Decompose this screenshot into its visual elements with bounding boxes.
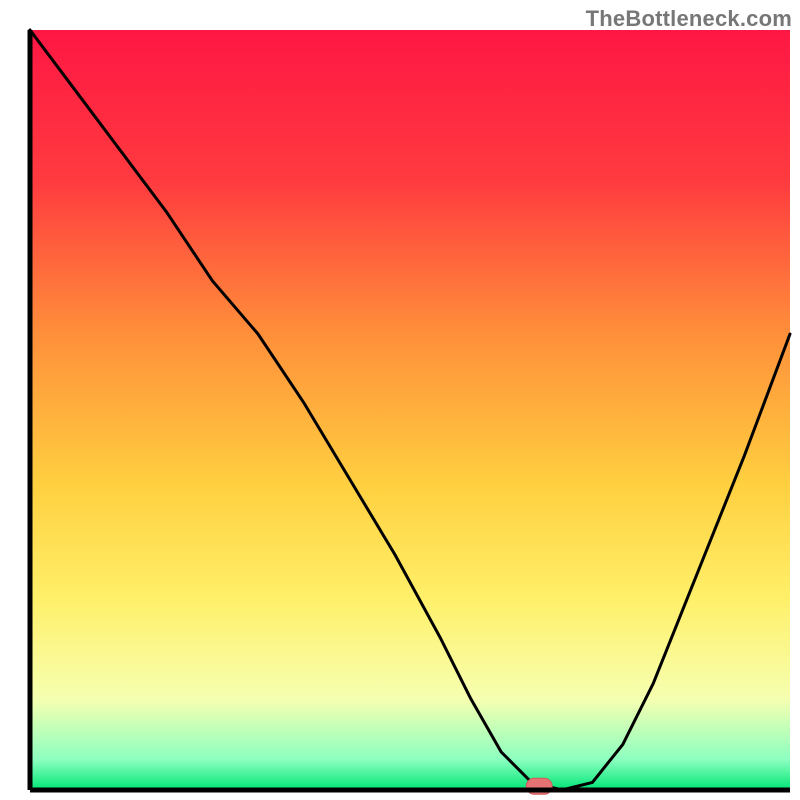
chart-background-gradient (30, 30, 790, 790)
watermark-text: TheBottleneck.com (586, 6, 792, 32)
bottleneck-chart: TheBottleneck.com (0, 0, 800, 800)
chart-svg (0, 0, 800, 800)
